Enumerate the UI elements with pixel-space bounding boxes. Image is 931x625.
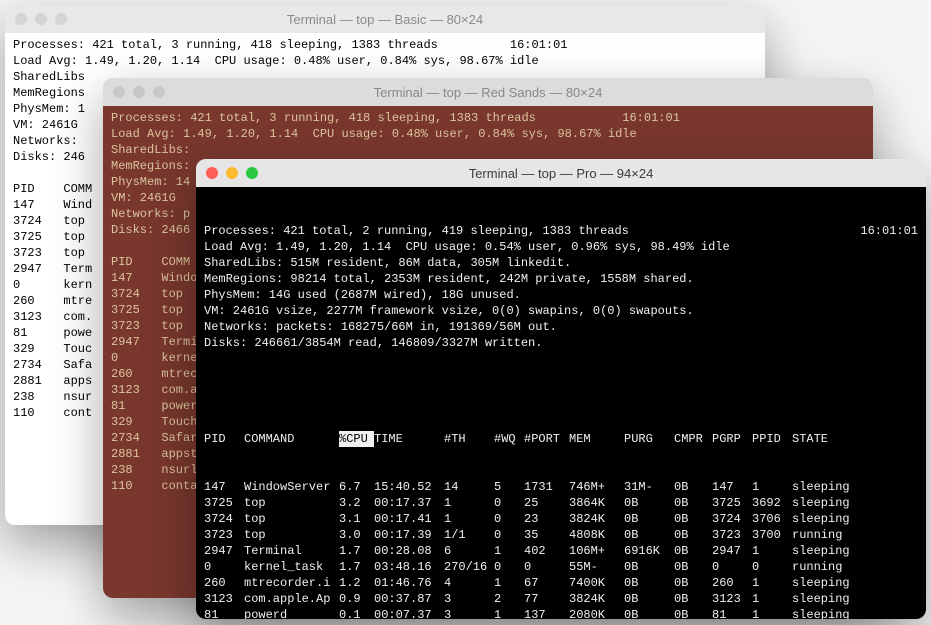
zoom-icon[interactable] (246, 167, 258, 179)
table-row: 3723top3.000:17.391/10354808K0B0B3723370… (204, 527, 918, 543)
header-line: MemRegions: 98214 total, 2353M resident,… (204, 271, 918, 287)
header-line: PhysMem: 14G used (2687M wired), 18G unu… (204, 287, 918, 303)
minimize-icon[interactable] (226, 167, 238, 179)
close-icon[interactable] (206, 167, 218, 179)
titlebar-redsands[interactable]: Terminal — top — Red Sands — 80×24 (103, 78, 873, 106)
titlebar-basic[interactable]: Terminal — top — Basic — 80×24 (5, 5, 765, 33)
col-port: #PORT (524, 431, 569, 447)
col-pgrp: PGRP (712, 431, 752, 447)
close-icon[interactable] (113, 86, 125, 98)
col-cmpr: CMPR (674, 431, 712, 447)
table-row: 260mtrecorder.i1.201:46.7641677400K0B0B2… (204, 575, 918, 591)
table-row: 0kernel_task1.703:48.16270/160055M-0B0B0… (204, 559, 918, 575)
col-th: #TH (444, 431, 494, 447)
header-line: Load Avg: 1.49, 1.20, 1.14 CPU usage: 0.… (204, 239, 918, 255)
minimize-icon[interactable] (35, 13, 47, 25)
col-ppid: PPID (752, 431, 792, 447)
traffic-lights (15, 13, 67, 25)
col-cpu: %CPU (339, 431, 374, 447)
minimize-icon[interactable] (133, 86, 145, 98)
zoom-icon[interactable] (55, 13, 67, 25)
window-title: Terminal — top — Basic — 80×24 (5, 12, 765, 27)
clock: 16:01:01 (860, 223, 918, 239)
col-mem: MEM (569, 431, 624, 447)
traffic-lights (113, 86, 165, 98)
col-pid: PID (204, 431, 244, 447)
table-row: 81powerd0.100:07.37311372080K0B0B811slee… (204, 607, 918, 619)
table-row: 2947Terminal1.700:28.0861402106M+6916K0B… (204, 543, 918, 559)
window-title: Terminal — top — Pro — 94×24 (196, 166, 926, 181)
col-state: STATE (792, 431, 862, 447)
col-purg: PURG (624, 431, 674, 447)
header-line: Networks: packets: 168275/66M in, 191369… (204, 319, 918, 335)
col-wq: #WQ (494, 431, 524, 447)
terminal-content-pro[interactable]: Processes: 421 total, 2 running, 419 sle… (196, 187, 926, 619)
terminal-window-pro[interactable]: Terminal — top — Pro — 94×24 Processes: … (196, 159, 926, 619)
col-command: COMMAND (244, 431, 339, 447)
col-time: TIME (374, 431, 444, 447)
table-row: 3725top3.200:17.3710253864K0B0B37253692s… (204, 495, 918, 511)
header-line: Processes: 421 total, 2 running, 419 sle… (204, 223, 918, 239)
zoom-icon[interactable] (153, 86, 165, 98)
close-icon[interactable] (15, 13, 27, 25)
header-line: Disks: 246661/3854M read, 146809/3327M w… (204, 335, 918, 351)
process-table-header: PIDCOMMAND%CPUTIME#TH#WQ#PORTMEMPURGCMPR… (204, 431, 918, 447)
traffic-lights (206, 167, 258, 179)
header-line: VM: 2461G vsize, 2277M framework vsize, … (204, 303, 918, 319)
table-row: 3123com.apple.Ap0.900:37.8732773824K0B0B… (204, 591, 918, 607)
titlebar-pro[interactable]: Terminal — top — Pro — 94×24 (196, 159, 926, 187)
window-title: Terminal — top — Red Sands — 80×24 (103, 85, 873, 100)
header-line: SharedLibs: 515M resident, 86M data, 305… (204, 255, 918, 271)
table-row: 3724top3.100:17.4110233824K0B0B37243706s… (204, 511, 918, 527)
table-row: 147WindowServer6.715:40.521451731746M+31… (204, 479, 918, 495)
